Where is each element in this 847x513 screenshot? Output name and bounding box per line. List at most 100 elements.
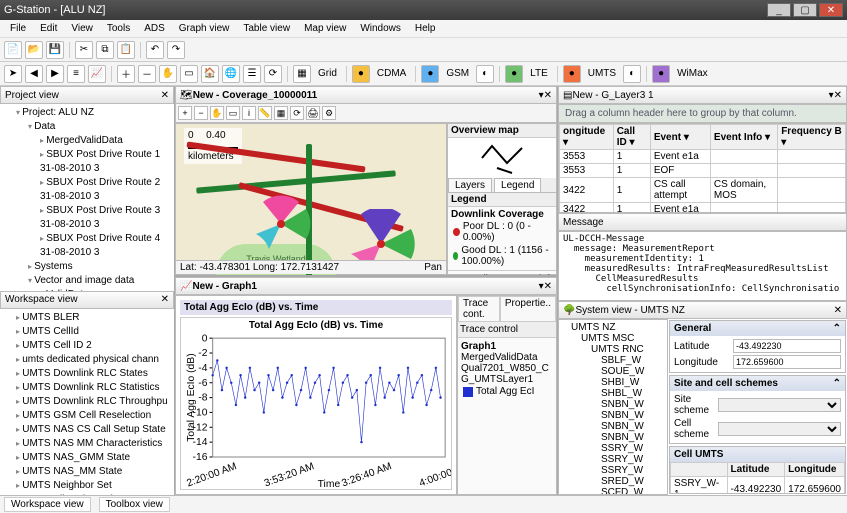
cell-scheme-select[interactable]	[718, 422, 841, 436]
grid-header[interactable]: Latitude	[727, 463, 785, 477]
ruler-icon[interactable]: 📏	[258, 106, 272, 120]
zoom-in-icon[interactable]: +	[178, 106, 192, 120]
fwd-icon[interactable]: ▶	[46, 65, 64, 83]
tree-item[interactable]: UMTS NAS_GMM State	[16, 451, 170, 465]
toolbar-label-cdma[interactable]: CDMA	[373, 68, 410, 79]
tree-item[interactable]: SNBN_W	[601, 410, 665, 421]
arrow-icon[interactable]: ➤	[4, 65, 22, 83]
refresh-icon[interactable]: ⟳	[264, 65, 282, 83]
table-row[interactable]: 34221Event e1a	[560, 203, 846, 214]
tree-item[interactable]: UMTS NAS CS Call Setup State	[16, 423, 170, 437]
pan-icon[interactable]: ✋	[210, 106, 224, 120]
group-by-bar[interactable]: Drag a column header here to group by th…	[558, 104, 847, 123]
grid-icon[interactable]: ▦	[293, 65, 311, 83]
grid-icon[interactable]: ▦	[274, 106, 288, 120]
select-icon[interactable]: ▭	[180, 65, 198, 83]
menu-windows[interactable]: Windows	[354, 21, 407, 36]
redo-icon[interactable]: ↷	[167, 41, 185, 59]
tree-item[interactable]: SNBN_W	[601, 421, 665, 432]
trace-item[interactable]: Qual7201_W850_C	[461, 363, 553, 374]
tree-item[interactable]: UMTS GSM Cell Reselection	[16, 409, 170, 423]
layer3-grid[interactable]: ongitude ▾Call ID ▾Event ▾Event Info ▾Fr…	[559, 124, 846, 213]
maximize-button[interactable]: ▢	[793, 3, 817, 17]
tree-item[interactable]: SNBN_W	[601, 432, 665, 443]
workspace-tree[interactable]: UMTS BLERUMTS CellIdUMTS Cell ID 2umts d…	[0, 309, 174, 496]
pan-icon[interactable]: ✋	[159, 65, 177, 83]
message-body[interactable]: UL-DCCH-Message message: MeasurementRepo…	[558, 231, 847, 301]
menu-tools[interactable]: Tools	[101, 21, 136, 36]
tree-item[interactable]: SBLF_W	[601, 355, 665, 366]
filter-icon[interactable]: ≡	[67, 65, 85, 83]
save-icon[interactable]: 💾	[46, 41, 64, 59]
tree-item[interactable]: MergedValidData	[40, 134, 170, 148]
menu-graphview[interactable]: Graph view	[173, 21, 236, 36]
select-icon[interactable]: ▭	[226, 106, 240, 120]
tree-item[interactable]: UMTS NAS_MM State	[16, 465, 170, 479]
longitude-field[interactable]: 172.659600	[733, 355, 841, 369]
tree-item[interactable]: SSRY_W	[601, 443, 665, 454]
menu-ads[interactable]: ADS	[138, 21, 171, 36]
menu-help[interactable]: Help	[409, 21, 442, 36]
project-tree[interactable]: Project: ALU NZ Data MergedValidDataSBUX…	[0, 104, 174, 291]
tree-item[interactable]: SSRY_W	[601, 454, 665, 465]
statusbar-tab-toolbox[interactable]: Toolbox view	[99, 497, 170, 512]
menu-view[interactable]: View	[65, 21, 99, 36]
tree-item[interactable]: UMTS CellId	[16, 325, 170, 339]
zoom-in-icon[interactable]: ＋	[117, 65, 135, 83]
paste-icon[interactable]: 📋	[117, 41, 135, 59]
grid-header[interactable]: Event ▾	[650, 125, 710, 150]
print-icon[interactable]: 🖨	[306, 106, 320, 120]
minimize-button[interactable]: _	[767, 3, 791, 17]
grid-header[interactable]: ongitude ▾	[560, 125, 614, 150]
new-icon[interactable]: 📄	[4, 41, 22, 59]
cdma-icon[interactable]: ●	[352, 65, 370, 83]
table-row[interactable]: 35531EOF	[560, 164, 846, 178]
tab-legend[interactable]: Legend	[494, 178, 541, 192]
grid-header[interactable]: Event Info ▾	[710, 125, 777, 150]
tree-item[interactable]: UMTS Cell ID 2	[16, 339, 170, 353]
tree-item[interactable]: umts dedicated physical chann	[16, 353, 170, 367]
chart-area[interactable]: Total Agg EcIo (dB) vs. Time 0-2-4-6-8-1…	[180, 317, 452, 490]
toolbar-label-gsm[interactable]: GSM	[442, 68, 473, 79]
tree-item[interactable]: UMTS BLER	[16, 311, 170, 325]
table-row[interactable]: SSRY_W-1-43.492230172.659600	[671, 477, 845, 495]
umts-icon[interactable]: ●	[563, 65, 581, 83]
tree-item[interactable]: UMTS Downlink RLC Statistics	[16, 381, 170, 395]
wimax-icon[interactable]: ●	[652, 65, 670, 83]
tree-item[interactable]: UMTS Neighbor Set	[16, 479, 170, 493]
toolbar-label-wimax[interactable]: WiMax	[673, 68, 712, 79]
toolbar-label-grid[interactable]: Grid	[314, 68, 341, 79]
chart-icon[interactable]: 📈	[88, 65, 106, 83]
tree-item[interactable]: UMTS Downlink RLC Throughpu	[16, 395, 170, 409]
tree-item[interactable]: SHBI_W	[601, 377, 665, 388]
lte-icon[interactable]: ●	[505, 65, 523, 83]
zoom-out-icon[interactable]: －	[138, 65, 156, 83]
settings-icon[interactable]: ⚙	[322, 106, 336, 120]
table-row[interactable]: 34221CS call attemptCS domain, MOS	[560, 178, 846, 203]
tree-item[interactable]: SOUE_W	[601, 366, 665, 377]
layers-icon[interactable]: ☰	[243, 65, 261, 83]
cut-icon[interactable]: ✂	[75, 41, 93, 59]
tree-item[interactable]: SBUX Post Drive Route 2 31-08-2010 3	[40, 176, 170, 204]
overview-minimap[interactable]	[448, 138, 556, 178]
tab-trace-control[interactable]: Trace cont.	[458, 296, 500, 321]
close-icon[interactable]: ✕	[161, 90, 169, 101]
collapse-icon[interactable]: ⌃	[833, 378, 841, 389]
table-row[interactable]: 35531Event e1a	[560, 150, 846, 164]
tab-properties[interactable]: Propertie..	[500, 296, 556, 321]
system-tree[interactable]: UMTS NZ UMTS MSC UMTS RNC SBLF_WSOUE_WSH…	[558, 319, 668, 495]
close-icon[interactable]: ✕	[544, 281, 552, 292]
back-icon[interactable]: ◀	[25, 65, 43, 83]
collapse-icon[interactable]: ⌃	[833, 323, 841, 334]
menu-mapview[interactable]: Map view	[298, 21, 352, 36]
refresh-icon[interactable]: ⟳	[290, 106, 304, 120]
tree-item[interactable]: SRED_W	[601, 476, 665, 487]
tree-item[interactable]: SHBL_W	[601, 388, 665, 399]
tree-item[interactable]: UMTS NAS MM Characteristics	[16, 437, 170, 451]
menu-file[interactable]: File	[4, 21, 32, 36]
trace-item[interactable]: MergedValidData	[461, 352, 553, 363]
tree-item[interactable]: SSRY_W	[601, 465, 665, 476]
site-scheme-select[interactable]	[718, 398, 841, 412]
close-icon[interactable]: ✕	[161, 294, 169, 305]
tree-item[interactable]: SBUX Post Drive Route 3 31-08-2010 3	[40, 204, 170, 232]
